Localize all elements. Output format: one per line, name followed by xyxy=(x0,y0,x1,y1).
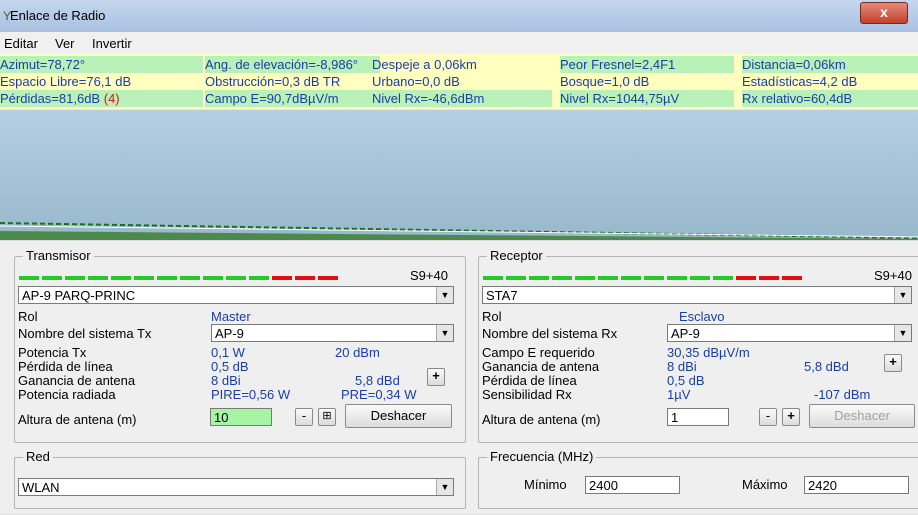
window-title: Enlace de Radio xyxy=(10,8,106,23)
statistics-value: Estadísticas=4,2 dB xyxy=(742,74,858,89)
left-panel: Transmisor S9+40 AP-9 PARQ-PRINC ▼ Rol M… xyxy=(0,240,470,513)
rx-system-label: Nombre del sistema Rx xyxy=(482,326,618,341)
profile-graph xyxy=(0,110,918,240)
obstruction-value: Obstrucción=0,3 dB TR xyxy=(205,74,341,89)
rx-undo-button[interactable]: Deshacer xyxy=(809,404,915,428)
total-loss-text: Pérdidas=81,6dB xyxy=(0,91,101,106)
chevron-down-icon[interactable]: ▼ xyxy=(894,287,911,303)
free-space-value: Espacio Libre=76,1 dB xyxy=(0,74,132,89)
tx-signal-meter xyxy=(19,268,341,280)
tx-height-expand-button[interactable]: ⊞ xyxy=(318,408,336,426)
tx-system-select[interactable]: AP-9 ▼ xyxy=(211,324,454,342)
tx-site-value: AP-9 PARQ-PRINC xyxy=(22,288,136,303)
right-panel: Receptor S9+40 STA7 ▼ Rol Esclavo Nombre… xyxy=(470,240,918,513)
tx-height-label: Altura de antena (m) xyxy=(18,412,137,427)
rx-gain-plus-button[interactable]: + xyxy=(884,354,902,372)
rx-height-input[interactable] xyxy=(667,408,729,426)
rx-role-label: Rol xyxy=(482,309,502,324)
tx-gain-label: Ganancia de antena xyxy=(18,373,136,388)
transmitter-legend: Transmisor xyxy=(23,248,94,263)
tx-system-label: Nombre del sistema Tx xyxy=(18,326,152,341)
rx-height-minus-button[interactable]: - xyxy=(759,408,777,426)
rx-level-uv-value: Nivel Rx=1044,75µV xyxy=(560,90,734,107)
terrain-profile-view xyxy=(0,110,918,240)
tx-height-minus-button[interactable]: - xyxy=(295,408,313,426)
frequency-min-input[interactable] xyxy=(585,476,680,494)
tx-power-w: 0,1 W xyxy=(211,345,245,360)
rx-line-loss-value: 0,5 dB xyxy=(667,373,705,388)
rx-s-meter-label: S9+40 xyxy=(874,268,912,283)
frequency-min-label: Mínimo xyxy=(524,477,567,492)
loss-count: (4) xyxy=(103,91,120,106)
transmitter-group: Transmisor S9+40 AP-9 PARQ-PRINC ▼ Rol M… xyxy=(14,248,466,443)
tx-gain-dbd: 5,8 dBd xyxy=(355,373,400,388)
tx-pre-value: PRE=0,34 W xyxy=(341,387,417,402)
link-info-panel: Azimut=78,72° Ang. de elevación=-8,986° … xyxy=(0,54,918,109)
worst-fresnel-value: Peor Fresnel=2,4F1 xyxy=(560,56,734,73)
network-select[interactable]: WLAN ▼ xyxy=(18,478,454,496)
network-legend: Red xyxy=(23,449,53,464)
tx-radiated-label: Potencia radiada xyxy=(18,387,116,402)
rx-sensitivity-uv: 1µV xyxy=(667,387,691,402)
rx-system-value: AP-9 xyxy=(671,326,700,341)
rx-signal-meter xyxy=(483,268,805,280)
tx-pire-value: PIRE=0,56 W xyxy=(211,387,291,402)
rx-gain-label: Ganancia de antena xyxy=(482,359,600,374)
total-loss-value: Pérdidas=81,6dB (4) xyxy=(0,90,203,107)
tx-power-label: Potencia Tx xyxy=(18,345,87,360)
clearance-value: Despeje a 0,06km xyxy=(372,57,477,72)
rx-line-loss-label: Pérdida de línea xyxy=(482,373,577,388)
tx-line-loss-value: 0,5 dB xyxy=(211,359,249,374)
menu-bar: Editar Ver Invertir xyxy=(0,32,918,55)
chevron-down-icon[interactable]: ▼ xyxy=(436,287,453,303)
tx-role-value: Master xyxy=(211,309,251,324)
network-value: WLAN xyxy=(22,480,60,495)
rx-gain-dbd: 5,8 dBd xyxy=(804,359,849,374)
close-button[interactable]: x xyxy=(860,2,908,24)
frequency-max-label: Máximo xyxy=(742,477,788,492)
menu-ver[interactable]: Ver xyxy=(55,36,75,51)
relative-rx-value: Rx relativo=60,4dB xyxy=(742,90,918,107)
rx-level-dbm-value: Nivel Rx=-46,6dBm xyxy=(372,90,552,107)
rx-sensitivity-dbm: -107 dBm xyxy=(814,387,871,402)
tx-gain-dbi: 8 dBi xyxy=(211,373,241,388)
rx-gain-dbi: 8 dBi xyxy=(667,359,697,374)
chevron-down-icon[interactable]: ▼ xyxy=(436,479,453,495)
frequency-legend: Frecuencia (MHz) xyxy=(487,449,597,464)
urban-value: Urbano=0,0 dB xyxy=(372,74,460,89)
tx-system-value: AP-9 xyxy=(215,326,244,341)
chevron-down-icon[interactable]: ▼ xyxy=(894,325,911,341)
rx-height-plus-button[interactable]: + xyxy=(782,408,800,426)
tx-line-loss-label: Pérdida de línea xyxy=(18,359,113,374)
azimuth-value: Azimut=78,72° xyxy=(0,56,203,73)
menu-editar[interactable]: Editar xyxy=(4,36,38,51)
tx-height-input[interactable] xyxy=(210,408,272,426)
rx-field-value: 30,35 dBµV/m xyxy=(667,345,750,360)
tx-s-meter-label: S9+40 xyxy=(410,268,448,283)
rx-site-value: STA7 xyxy=(486,288,518,303)
tx-role-label: Rol xyxy=(18,309,38,324)
rx-site-select[interactable]: STA7 ▼ xyxy=(482,286,912,304)
elevation-angle-value: Ang. de elevación=-8,986° xyxy=(205,56,380,73)
receiver-legend: Receptor xyxy=(487,248,546,263)
rx-sensitivity-label: Sensibilidad Rx xyxy=(482,387,572,402)
network-group: Red WLAN ▼ xyxy=(14,449,466,509)
menu-invertir[interactable]: Invertir xyxy=(92,36,132,51)
rx-role-value: Esclavo xyxy=(679,309,725,324)
receiver-group: Receptor S9+40 STA7 ▼ Rol Esclavo Nombre… xyxy=(478,248,918,443)
title-bar: ϒ Enlace de Radio x xyxy=(0,0,918,33)
rx-field-label: Campo E requerido xyxy=(482,345,595,360)
rx-system-select[interactable]: AP-9 ▼ xyxy=(667,324,912,342)
tx-site-select[interactable]: AP-9 PARQ-PRINC ▼ xyxy=(18,286,454,304)
distance-value: Distancia=0,06km xyxy=(742,56,918,73)
e-field-value: Campo E=90,7dBµV/m xyxy=(205,90,375,107)
tx-gain-plus-button[interactable]: + xyxy=(427,368,445,386)
tx-power-dbm: 20 dBm xyxy=(335,345,380,360)
tx-undo-button[interactable]: Deshacer xyxy=(345,404,452,428)
rx-height-label: Altura de antena (m) xyxy=(482,412,601,427)
forest-value: Bosque=1,0 dB xyxy=(560,74,650,89)
frequency-group: Frecuencia (MHz) Mínimo Máximo xyxy=(478,449,918,509)
frequency-max-input[interactable] xyxy=(804,476,909,494)
chevron-down-icon[interactable]: ▼ xyxy=(436,325,453,341)
